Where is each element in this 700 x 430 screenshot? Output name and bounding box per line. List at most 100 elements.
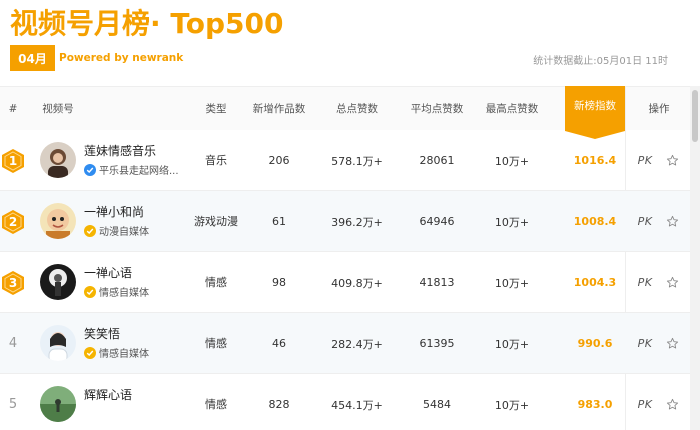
- verified-check-icon: [84, 346, 96, 359]
- rank-number: 1: [8, 153, 18, 168]
- ranking-table: # 视频号 类型 新增作品数 总点赞数 平均点赞数 最高点赞数 新榜指数 操作 …: [0, 86, 690, 430]
- account-subtitle: 平乐县走起网络...: [84, 162, 179, 177]
- avatar[interactable]: [40, 264, 76, 300]
- type-cell: 情感: [205, 336, 227, 350]
- pk-button[interactable]: PK: [632, 130, 658, 191]
- favorite-button[interactable]: [660, 130, 684, 191]
- avg-likes-cell: 61395: [419, 337, 455, 350]
- account-name[interactable]: 一禅小和尚: [84, 203, 144, 220]
- star-outline-icon: [666, 398, 678, 410]
- account-subtitle: 情感自媒体: [84, 345, 149, 360]
- max-likes-cell: 10万+: [494, 337, 530, 351]
- pk-button[interactable]: PK: [632, 374, 658, 430]
- pk-button[interactable]: PK: [632, 191, 658, 252]
- new-works-cell: 46: [272, 337, 286, 350]
- account-category: 情感自媒体: [99, 349, 149, 360]
- account-name[interactable]: 一禅心语: [84, 264, 132, 281]
- page-title: 视频号月榜· Top500: [10, 7, 284, 40]
- avatar[interactable]: [40, 386, 76, 422]
- account-name[interactable]: 莲妹情感音乐: [84, 142, 156, 159]
- type-cell: 游戏动漫: [194, 214, 238, 228]
- page-header: 视频号月榜· Top500 04月 Powered by newrank 统计数…: [0, 0, 700, 86]
- rank-number: 3: [8, 275, 18, 290]
- total-likes-cell: 282.4万+: [331, 337, 383, 351]
- type-cell: 音乐: [205, 153, 227, 167]
- star-outline-icon: [666, 276, 678, 288]
- type-cell: 情感: [205, 397, 227, 411]
- index-cell: 1004.3: [573, 276, 617, 289]
- col-ops: 操作: [648, 103, 670, 115]
- table-row[interactable]: 4 笑笑悟情感自媒体 情感 46 282.4万+ 61395 10万+ 990.6 PK: [0, 313, 690, 374]
- rank-cell: 1: [0, 130, 26, 191]
- rank-cell: 2: [0, 191, 26, 252]
- rank-cell: 3: [0, 252, 26, 313]
- pk-button[interactable]: PK: [632, 252, 658, 313]
- month-selector[interactable]: 04月: [10, 45, 55, 71]
- account-subtitle: 动漫自媒体: [84, 223, 149, 238]
- pk-button[interactable]: PK: [632, 313, 658, 374]
- account-name[interactable]: 笑笑悟: [84, 325, 120, 342]
- max-likes-cell: 10万+: [494, 398, 530, 412]
- account-category: 动漫自媒体: [99, 227, 149, 238]
- stat-date-label: 统计数据截止:05月01日 11时: [533, 56, 668, 67]
- total-likes-cell: 454.1万+: [331, 398, 383, 412]
- new-works-cell: 828: [268, 398, 290, 411]
- max-likes-cell: 10万+: [494, 276, 530, 290]
- index-cell: 990.6: [577, 337, 613, 350]
- verified-check-icon: [84, 163, 96, 176]
- col-account: 视频号: [42, 103, 74, 115]
- index-cell: 1016.4: [573, 154, 617, 167]
- rank-cell: 4: [0, 313, 26, 374]
- account-category: 平乐县走起网络...: [99, 166, 179, 177]
- scrollbar-thumb[interactable]: [692, 90, 698, 142]
- rank-medal-icon: 1: [0, 148, 26, 174]
- avg-likes-cell: 41813: [419, 276, 455, 289]
- index-cell: 983.0: [577, 398, 613, 411]
- favorite-button[interactable]: [660, 374, 684, 430]
- avatar[interactable]: [40, 325, 76, 361]
- type-cell: 情感: [205, 275, 227, 289]
- max-likes-cell: 10万+: [494, 154, 530, 168]
- col-rank: #: [8, 103, 18, 115]
- powered-by-label: Powered by newrank: [59, 52, 184, 64]
- avg-likes-cell: 28061: [419, 154, 455, 167]
- rank-cell: 5: [0, 374, 26, 430]
- col-avg-likes[interactable]: 平均点赞数: [402, 87, 472, 131]
- favorite-button[interactable]: [660, 252, 684, 313]
- vertical-scrollbar[interactable]: [690, 86, 700, 430]
- col-max-likes[interactable]: 最高点赞数: [472, 87, 552, 131]
- col-new-works[interactable]: 新增作品数: [246, 87, 312, 131]
- rank-medal-icon: 3: [0, 270, 26, 296]
- col-index[interactable]: 新榜指数: [565, 86, 625, 139]
- new-works-cell: 206: [268, 154, 290, 167]
- new-works-cell: 61: [272, 215, 286, 228]
- col-type: 类型: [205, 103, 227, 115]
- table-row[interactable]: 3 一禅心语情感自媒体 情感 98 409.8万+ 41813 10万+ 1004.3 PK: [0, 252, 690, 313]
- total-likes-cell: 578.1万+: [331, 154, 383, 168]
- account-name[interactable]: 辉辉心语: [84, 386, 132, 403]
- new-works-cell: 98: [272, 276, 286, 289]
- total-likes-cell: 396.2万+: [331, 215, 383, 229]
- star-outline-icon: [666, 154, 678, 166]
- total-likes-cell: 409.8万+: [331, 276, 383, 290]
- avatar[interactable]: [40, 203, 76, 239]
- star-outline-icon: [666, 337, 678, 349]
- account-category: 情感自媒体: [99, 288, 149, 299]
- col-total-likes[interactable]: 总点赞数: [312, 87, 402, 131]
- table-row[interactable]: 5 辉辉心语情感 828 454.1万+ 5484 10万+ 983.0 PK: [0, 374, 690, 430]
- rank-number: 2: [8, 214, 18, 229]
- avg-likes-cell: 64946: [419, 215, 455, 228]
- favorite-button[interactable]: [660, 191, 684, 252]
- table-row[interactable]: 2 一禅小和尚动漫自媒体 游戏动漫 61 396.2万+ 64946 10万+ 1008.4 P…: [0, 191, 690, 252]
- star-outline-icon: [666, 215, 678, 227]
- table-header: # 视频号 类型 新增作品数 总点赞数 平均点赞数 最高点赞数 新榜指数 操作: [0, 86, 690, 139]
- account-subtitle: 情感自媒体: [84, 284, 149, 299]
- index-cell: 1008.4: [573, 215, 617, 228]
- avatar[interactable]: [40, 142, 76, 178]
- rank-medal-icon: 2: [0, 209, 26, 235]
- avg-likes-cell: 5484: [423, 398, 451, 411]
- max-likes-cell: 10万+: [494, 215, 530, 229]
- table-row[interactable]: 1 莲妹情感音乐平乐县走起网络... 音乐 206 578.1万+ 28061 10万+ 10…: [0, 130, 690, 191]
- favorite-button[interactable]: [660, 313, 684, 374]
- verified-check-icon: [84, 224, 96, 237]
